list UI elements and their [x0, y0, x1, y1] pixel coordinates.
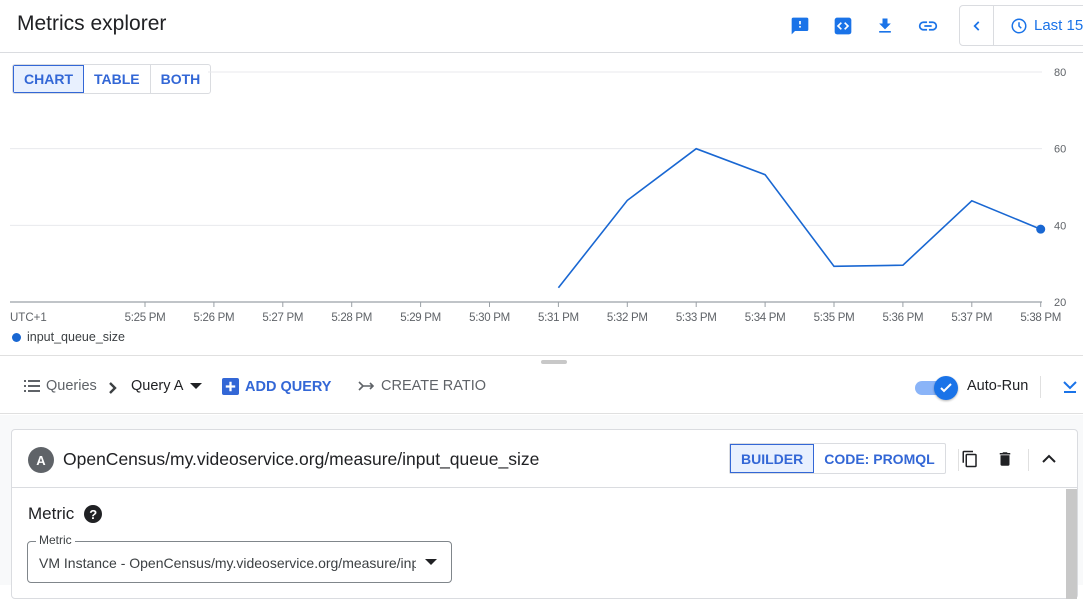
merge-arrow-icon — [358, 381, 375, 391]
link-icon[interactable] — [917, 15, 939, 37]
clock-icon — [1011, 18, 1027, 33]
x-axis-label: UTC+1 — [10, 312, 47, 324]
chart-legend[interactable]: input_queue_size — [12, 330, 125, 344]
x-tick-label: 5:36 PM — [883, 312, 924, 324]
time-range-label: Last 15 — [1034, 17, 1083, 34]
query-selector[interactable]: Query A — [131, 378, 203, 394]
x-tick-label: 5:37 PM — [951, 312, 992, 324]
builder-tab[interactable]: BUILDER — [730, 444, 815, 473]
feedback-icon[interactable] — [789, 15, 811, 37]
x-tick-label: 5:32 PM — [607, 312, 648, 324]
query-badge: A — [28, 447, 54, 473]
series-last-point — [1036, 224, 1046, 234]
query-toolbar: Queries Query A ADD QUERY CREATE RATIO A… — [0, 362, 1083, 414]
query-name: OpenCensus/my.videoservice.org/measure/i… — [63, 449, 540, 469]
query-card-header: A OpenCensus/my.videoservice.org/measure… — [12, 430, 1077, 488]
chevron-right-icon — [109, 382, 117, 394]
x-tick-label: 5:38 PM — [1020, 312, 1061, 324]
x-tick-label: 5:27 PM — [262, 312, 303, 324]
chevron-up-icon[interactable] — [1038, 448, 1060, 470]
code-promql-tab[interactable]: CODE: PROMQL — [814, 444, 944, 473]
x-tick-label: 5:30 PM — [469, 312, 510, 324]
x-tick-label: 5:29 PM — [400, 312, 441, 324]
queries-link[interactable]: Queries — [24, 378, 97, 394]
page-header: Metrics explorer Last 15 — [0, 0, 1083, 53]
caret-down-icon — [425, 559, 437, 565]
panel-divider — [0, 355, 1083, 356]
plus-box-icon — [222, 378, 239, 395]
query-mode-toggle: BUILDER CODE: PROMQL — [729, 443, 946, 474]
x-tick-label: 5:28 PM — [331, 312, 372, 324]
download-icon[interactable] — [874, 15, 896, 37]
time-range-picker[interactable]: Last 15 — [959, 5, 1083, 46]
metric-field-label: Metric — [36, 533, 75, 547]
caret-down-icon — [190, 383, 203, 389]
chevron-left-icon — [972, 20, 979, 31]
y-tick-label: 60 — [1054, 144, 1066, 156]
code-icon[interactable] — [832, 15, 854, 37]
metric-field-value: VM Instance - OpenCensus/my.videoservice… — [39, 555, 416, 571]
metric-heading-label: Metric — [28, 504, 75, 523]
x-tick-label: 5:34 PM — [745, 312, 786, 324]
x-tick-label: 5:26 PM — [194, 312, 235, 324]
y-tick-label: 40 — [1054, 220, 1066, 232]
line-chart: 20 40 60 80 UTC+1 5:25 PM 5:26 PM 5:27 PM 5:28 P… — [10, 67, 1066, 324]
previous-range-button[interactable] — [960, 6, 994, 45]
x-tick-label: 5:25 PM — [125, 312, 166, 324]
legend-label: input_queue_size — [27, 330, 125, 344]
collapse-panel-icon[interactable] — [1062, 378, 1078, 394]
delete-icon[interactable] — [994, 448, 1016, 470]
scrollbar[interactable] — [1066, 489, 1077, 599]
copy-icon[interactable] — [959, 448, 981, 470]
divider — [1040, 376, 1041, 398]
metric-select[interactable]: Metric VM Instance - OpenCensus/my.video… — [27, 533, 452, 583]
help-icon[interactable]: ? — [84, 505, 103, 523]
y-tick-label: 80 — [1054, 67, 1066, 79]
auto-run-label: Auto-Run — [967, 378, 1029, 394]
list-icon — [24, 380, 40, 392]
current-query: Query A — [131, 378, 184, 394]
metric-section-heading: Metric ? — [28, 504, 103, 524]
queries-label: Queries — [46, 378, 97, 394]
auto-run-toggle[interactable] — [915, 376, 959, 400]
add-query-button[interactable]: ADD QUERY — [222, 378, 331, 395]
divider — [1028, 449, 1029, 471]
page-title: Metrics explorer — [17, 12, 167, 35]
x-tick-label: 5:31 PM — [538, 312, 579, 324]
legend-swatch — [12, 332, 21, 342]
check-icon — [934, 376, 958, 400]
x-tick-label: 5:33 PM — [676, 312, 717, 324]
query-card: A OpenCensus/my.videoservice.org/measure… — [11, 429, 1078, 599]
time-range-button[interactable]: Last 15 — [994, 17, 1083, 35]
series-line-input_queue_size — [557, 147, 1042, 289]
y-tick-label: 20 — [1054, 297, 1066, 309]
x-tick-label: 5:35 PM — [814, 312, 855, 324]
create-ratio-button[interactable]: CREATE RATIO — [358, 378, 486, 394]
